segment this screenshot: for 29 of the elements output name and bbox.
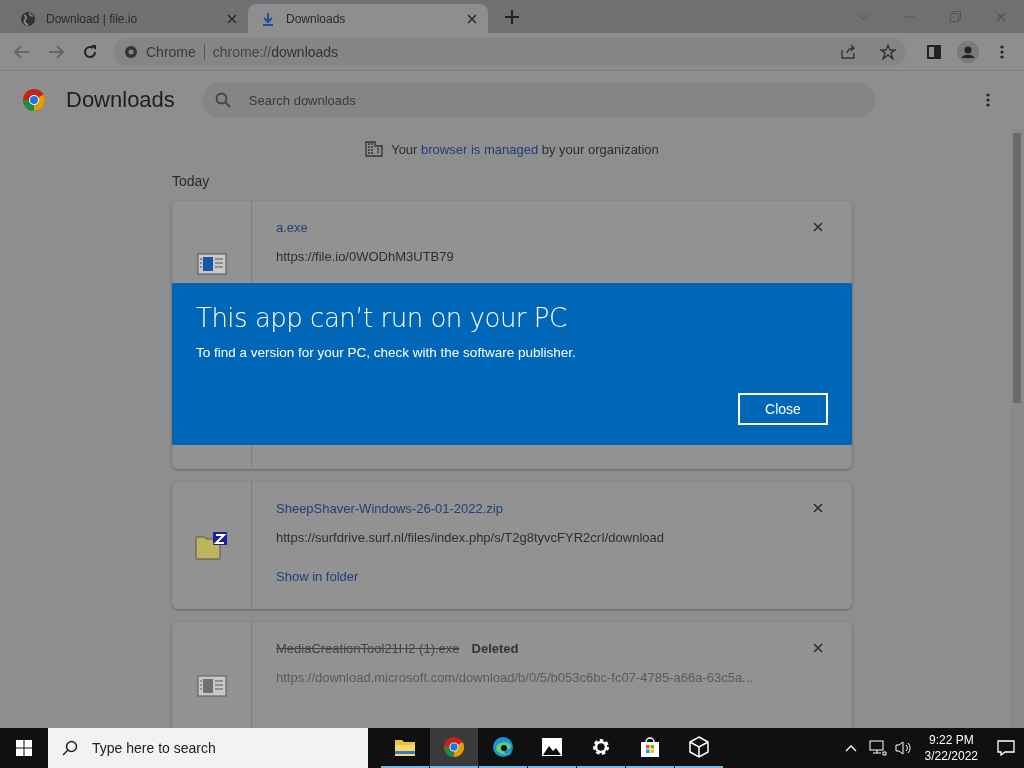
file-name-link[interactable]: a.exe	[276, 219, 308, 235]
time-text: 9:22 PM	[928, 732, 974, 748]
file-name-link[interactable]: SheepShaver-Windows-26-01-2022.zip	[276, 500, 503, 516]
browser-tab[interactable]: Downloads	[248, 4, 488, 33]
tab-title: Download | file.io	[46, 11, 139, 26]
date-text: 3/22/2022	[924, 748, 978, 764]
search-input[interactable]: Search downloads	[246, 91, 863, 109]
show-in-folder-link[interactable]: Show in folder	[276, 569, 828, 584]
close-button[interactable]: Close	[738, 393, 828, 425]
managed-link[interactable]: browser is managed	[421, 141, 539, 157]
page-title: Downloads	[66, 87, 175, 113]
tab-title: Downloads	[286, 11, 347, 26]
file-url: https://file.io/0WODhM3UTB79	[276, 249, 455, 264]
address-bar[interactable]: Chrome chrome://downloads	[114, 37, 906, 66]
file-url: https://surfdrive.surf.nl/files/index.php/s/T2g8tyvcFYR2crI/download	[276, 530, 665, 545]
taskbar-search-input[interactable]: Type here to search	[90, 739, 354, 757]
dialog-title: This app can’t run on your PC	[196, 303, 568, 333]
taskbar-search-bar[interactable]: Type here to search	[48, 728, 368, 768]
browser-tab[interactable]: Download | file.io	[8, 4, 248, 33]
file-url: https://download.microsoft.com/download/b/0/5/b053c6bc-fc07-4785-a66a-63c5a...	[276, 670, 754, 685]
download-status: Deleted	[471, 640, 519, 656]
managed-notice: Your browser is managed by your organization	[391, 141, 659, 157]
clock[interactable]: 9:22 PM 3/22/2022	[924, 732, 978, 764]
site-chip: Chrome	[146, 43, 205, 60]
section-heading: Today	[172, 173, 211, 189]
file-name-link[interactable]: MediaCreationTool21H2 (1).exe	[276, 640, 460, 656]
search-bar[interactable]: Search downloads	[202, 82, 875, 118]
url-text: chrome://downloads	[212, 43, 339, 60]
dialog-message: To find a version for your PC, check with the software publisher.	[196, 345, 577, 360]
